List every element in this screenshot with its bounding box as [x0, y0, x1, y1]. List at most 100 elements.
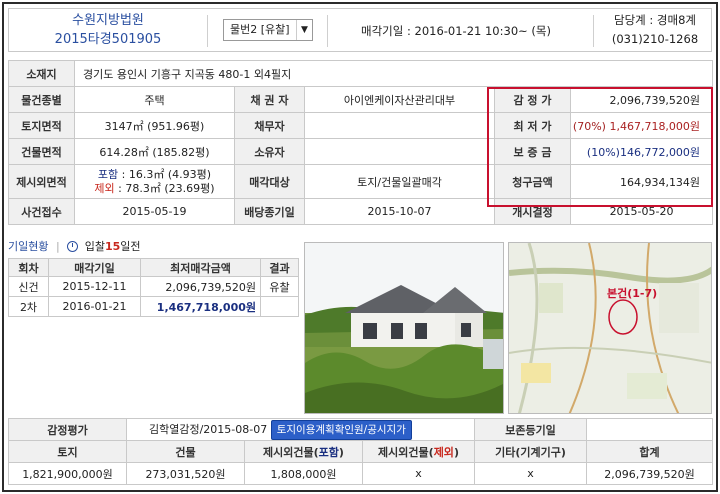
appraisal-org-cell: 김학열감정/2015-08-07 토지이용계획확인원/공시지가 [125, 418, 476, 441]
included-tag: 포함 [97, 167, 119, 181]
min-price-cell: 2,096,739,520원 [140, 276, 261, 297]
excluded-area: : 78.3㎡ (23.69평) [114, 181, 215, 195]
deposit-cell: (10%)146,772,000원 [569, 138, 714, 165]
department-phone: (031)210-1268 [611, 32, 699, 46]
col-extra-excluded: 제시외건물(제외) [361, 440, 476, 463]
extra-area-included: 포함 : 16.3㎡ (4.93평) [76, 167, 234, 182]
deposit-percent: (10%) [586, 145, 620, 159]
col-total: 합계 [586, 440, 714, 463]
col-extra-excluded-a: 제시외건물( [378, 445, 434, 459]
col-other: 기타(기계기구) [474, 440, 588, 463]
extra-area-label: 제시외면적 [8, 164, 75, 199]
bid-countdown-days: 15 [104, 240, 121, 253]
claim-value: 164,934,134원 [569, 164, 714, 199]
total-value: 2,096,739,520원 [586, 462, 714, 485]
owner-value [304, 138, 495, 165]
auction-date: 매각기일 : 2016-01-21 10:30~ (목) [361, 24, 551, 38]
item-select[interactable]: 물번2 [유찰] ▼ [223, 19, 313, 41]
received-label: 사건접수 [8, 198, 75, 225]
min-price-label: 최 저 가 [494, 112, 571, 139]
registration-value [586, 418, 714, 441]
court-info: 수원지방법원 2015타경501905 [19, 11, 197, 49]
appraisal-table: 감정평가 김학열감정/2015-08-07 토지이용계획확인원/공시지가 보존등… [8, 418, 714, 485]
tab-separator: | [55, 240, 60, 253]
clock-icon [67, 241, 79, 252]
appraisal-value: 2,096,739,520원 [569, 86, 714, 113]
building-area-value: 614.28㎡ (185.82평) [74, 138, 235, 165]
creditor-label: 채 권 자 [234, 86, 305, 113]
col-min-price: 최저매각금액 [140, 258, 261, 277]
bid-countdown: 입찰15일전 [85, 240, 141, 253]
min-price-percent: (70%) [572, 119, 606, 133]
case-header: 수원지방법원 2015타경501905 물번2 [유찰] ▼ 매각기일 : 20… [8, 8, 712, 52]
land-area-value: 3147㎡ (951.96평) [74, 112, 235, 139]
appraisal-label: 감정평가 [8, 418, 127, 441]
col-extra-included: 제시외건물(포함) [244, 440, 363, 463]
debtor-value [304, 112, 495, 139]
item-select-value: 물번2 [유찰] [230, 23, 290, 36]
min-price-value: 1,467,718,000원 [609, 119, 701, 133]
court-name: 수원지방법원 [72, 13, 144, 28]
col-extra-included-a: 제시외건물( [263, 445, 319, 459]
col-round: 회차 [8, 258, 49, 277]
appraisal-label: 감 정 가 [494, 86, 571, 113]
history-header: 기일현황 | 입찰15일전 [8, 238, 141, 256]
received-value: 2015-05-19 [74, 198, 235, 225]
type-value: 주택 [74, 86, 235, 113]
auction-history-table: 회차 매각기일 최저매각금액 결과 신건 2015-12-11 2,096,73… [8, 258, 299, 317]
address-value: 경기도 용인시 기흥구 지곡동 480-1 외4필지 [73, 60, 714, 87]
creditor-value: 아이엔케이자산관리대부 [304, 86, 495, 113]
location-map[interactable]: 본건(1-7) [508, 242, 712, 414]
col-result: 결과 [260, 258, 299, 277]
col-extra-included-c: ) [338, 445, 344, 459]
col-land: 토지 [8, 440, 127, 463]
divider [327, 15, 328, 47]
dividend-label: 배당종기일 [234, 198, 305, 225]
chevron-down-icon[interactable]: ▼ [296, 20, 312, 40]
sale-target-label: 매각대상 [234, 164, 305, 199]
claim-label: 청구금액 [494, 164, 571, 199]
extra-excluded-value: x [361, 462, 476, 485]
sale-target-value: 토지/건물일괄매각 [304, 164, 495, 199]
included-area: : 16.3㎡ (4.93평) [118, 167, 212, 181]
department-info: 담당계 : 경매8계 (031)210-1268 [603, 11, 707, 49]
land-use-plan-button[interactable]: 토지이용계획확인원/공시지가 [270, 419, 412, 440]
property-photo[interactable] [304, 242, 504, 414]
result-cell [260, 296, 299, 317]
building-area-label: 건물면적 [8, 138, 75, 165]
col-date: 매각기일 [48, 258, 141, 277]
extra-included-value: 1,808,000원 [244, 462, 363, 485]
map-image [509, 243, 711, 413]
bid-countdown-label: 입찰 [84, 240, 105, 253]
col-extra-included-b: 포함 [318, 445, 339, 459]
round-cell: 신건 [8, 276, 49, 297]
house-photo-image [305, 243, 503, 413]
table-row: 신건 2015-12-11 2,096,739,520원 유찰 [8, 276, 299, 297]
type-label: 물건종별 [8, 86, 75, 113]
divider [207, 15, 208, 47]
tab-schedule-status[interactable]: 기일현황 [8, 240, 48, 253]
debtor-label: 채무자 [234, 112, 305, 139]
date-cell: 2015-12-11 [48, 276, 141, 297]
round-cell: 2차 [8, 296, 49, 317]
building-value: 273,031,520원 [126, 462, 245, 485]
table-row: 2차 2016-01-21 1,467,718,000원 [8, 296, 299, 317]
land-value: 1,821,900,000원 [8, 462, 127, 485]
land-area-label: 토지면적 [8, 112, 75, 139]
col-extra-excluded-b: 제외 [433, 445, 454, 459]
extra-area-excluded: 제외 : 78.3㎡ (23.69평) [76, 181, 234, 196]
date-cell: 2016-01-21 [48, 296, 141, 317]
department: 담당계 : 경매8계 [614, 13, 696, 27]
min-price-cell: 1,467,718,000원 [140, 296, 261, 317]
registration-label: 보존등기일 [474, 418, 588, 441]
property-info-table: 소재지 경기도 용인시 기흥구 지곡동 480-1 외4필지 물건종별 주택 채… [8, 60, 714, 225]
commence-label: 개시결정 [494, 198, 571, 225]
col-building: 건물 [126, 440, 245, 463]
owner-label: 소유자 [234, 138, 305, 165]
col-extra-excluded-c: ) [453, 445, 459, 459]
appraisal-org: 김학열감정/2015-08-07 [149, 422, 268, 436]
result-cell: 유찰 [260, 276, 299, 297]
excluded-tag: 제외 [94, 181, 115, 195]
commence-value: 2015-05-20 [569, 198, 714, 225]
table-row: 1,821,900,000원 273,031,520원 1,808,000원 x… [8, 462, 714, 485]
